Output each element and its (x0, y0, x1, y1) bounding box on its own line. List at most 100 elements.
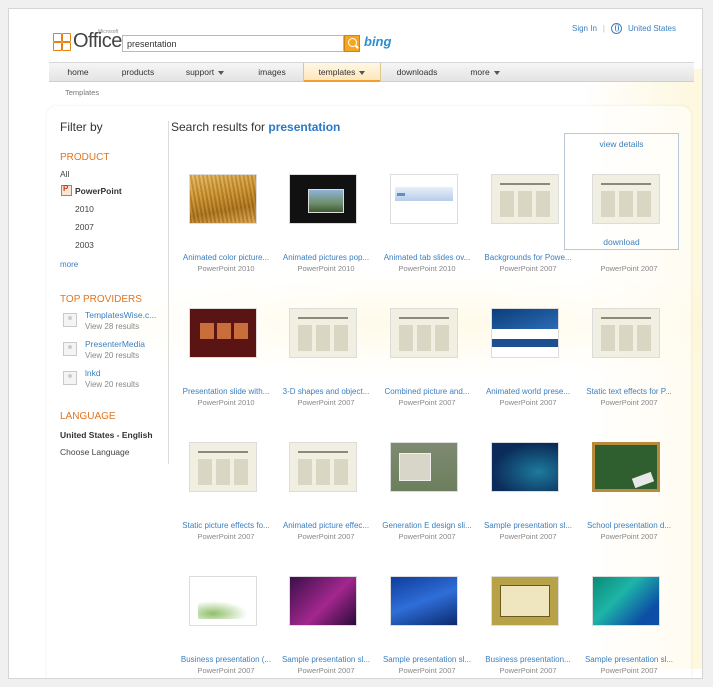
more-link[interactable]: more (60, 260, 78, 269)
sign-in-link[interactable]: Sign In (572, 24, 597, 33)
template-aqua-thumbnail[interactable] (592, 576, 660, 626)
template-version: PowerPoint 2007 (297, 398, 355, 407)
template-tile[interactable]: Animated pictures pop... PowerPoint 2010 (278, 149, 378, 273)
version-2010-link[interactable]: 2010 (75, 204, 94, 214)
template-doc-thumbnail[interactable] (189, 442, 257, 492)
template-doc-thumbnail[interactable] (289, 442, 357, 492)
template-version: PowerPoint 2007 (600, 532, 658, 541)
nav-home[interactable]: home (49, 63, 107, 81)
template-tile[interactable]: Static text effects for P... PowerPoint 2… (581, 283, 681, 407)
nav-images[interactable]: images (241, 63, 303, 81)
template-tile[interactable]: Business presentation... PowerPoint 2007 (480, 551, 580, 675)
template-tabs-thumbnail[interactable] (390, 174, 458, 224)
template-title-link[interactable]: Animated picture effec... (278, 521, 374, 530)
results-query: presentation (268, 120, 341, 134)
nav-more[interactable]: more (453, 63, 517, 81)
template-wheat-thumbnail[interactable] (189, 174, 257, 224)
nav-support[interactable]: support (169, 63, 241, 81)
template-tile[interactable]: Animated picture effec... PowerPoint 2007 (278, 417, 378, 541)
template-title-link[interactable]: Sample presentation sl... (581, 655, 677, 664)
template-title-link[interactable]: Backgrounds for Powe... (480, 253, 576, 262)
globe-icon (610, 23, 622, 34)
breadcrumb[interactable]: Templates (65, 88, 99, 97)
template-version: PowerPoint 2007 (499, 264, 557, 273)
template-title-link[interactable]: Static picture effects fo... (178, 521, 274, 530)
template-version: PowerPoint 2007 (600, 398, 658, 407)
template-blue-thumbnail[interactable] (390, 576, 458, 626)
version-2007-link[interactable]: 2007 (75, 222, 94, 232)
template-title-link[interactable]: Combined picture and... (379, 387, 475, 396)
template-title-link[interactable]: Sample presentation sl... (278, 655, 374, 664)
template-bluewave-thumbnail[interactable] (491, 308, 559, 358)
sidebar-divider (168, 121, 169, 464)
template-title-link[interactable]: Generation E design sli... (379, 521, 475, 530)
template-doc-thumbnail[interactable] (289, 308, 357, 358)
powerpoint-icon (61, 184, 72, 196)
template-title-link[interactable]: Animated pictures pop... (278, 253, 374, 262)
search-input[interactable] (122, 35, 344, 52)
template-tile[interactable]: Animated world prese... PowerPoint 2007 (480, 283, 580, 407)
template-title-link[interactable]: School presentation d... (581, 521, 677, 530)
template-doc-thumbnail[interactable] (491, 174, 559, 224)
main-nav: home products support images templates d… (49, 62, 694, 82)
template-title-link[interactable]: Sample presentation sl... (379, 655, 475, 664)
nav-templates[interactable]: templates (303, 63, 381, 82)
template-tile[interactable]: Sample presentation sl... PowerPoint 2007 (581, 551, 681, 675)
choose-language-link[interactable]: Choose Language (60, 447, 129, 457)
template-purple-thumbnail[interactable] (289, 576, 357, 626)
product-all-link[interactable]: All (60, 169, 69, 179)
product-powerpoint-link[interactable]: PowerPoint (75, 186, 122, 196)
template-tile[interactable]: Animated color picture... PowerPoint 2010 (178, 149, 278, 273)
template-dark-thumbnail[interactable] (289, 174, 357, 224)
template-maroon-thumbnail[interactable] (189, 308, 257, 358)
chevron-down-icon (218, 70, 225, 75)
template-title-link[interactable]: 3-D shapes and object... (278, 387, 374, 396)
template-doc-thumbnail[interactable] (390, 308, 458, 358)
providers-heading: TOP PROVIDERS (60, 294, 142, 305)
template-tile[interactable]: Generation E design sli... PowerPoint 200… (379, 417, 479, 541)
region-link[interactable]: United States (628, 24, 676, 33)
template-tile[interactable]: Business presentation (... PowerPoint 200… (178, 551, 278, 675)
template-green-thumbnail[interactable] (189, 576, 257, 626)
template-tile[interactable]: Backgrounds for Powe... PowerPoint 2007 (480, 149, 580, 273)
template-chalkboard-thumbnail[interactable] (592, 442, 660, 492)
view-details-link[interactable]: view details (565, 139, 678, 149)
template-version: PowerPoint 2007 (600, 666, 658, 675)
template-doc-thumbnail[interactable] (592, 308, 660, 358)
nav-downloads[interactable]: downloads (381, 63, 453, 81)
template-teal-thumbnail[interactable] (491, 442, 559, 492)
template-classroom-thumbnail[interactable] (390, 442, 458, 492)
template-title-link[interactable]: Animated color picture... (178, 253, 274, 262)
search-button[interactable] (344, 35, 360, 52)
template-tile[interactable]: PowerPoint 2007 (581, 149, 681, 273)
template-title-link[interactable]: Sample presentation sl... (480, 521, 576, 530)
template-title-link[interactable]: Presentation slide with... (178, 387, 274, 396)
template-tile[interactable]: Sample presentation sl... PowerPoint 2007 (480, 417, 580, 541)
template-version: PowerPoint 2007 (499, 666, 557, 675)
template-title-link[interactable]: Animated tab slides ov... (379, 253, 475, 262)
template-version: PowerPoint 2010 (398, 264, 456, 273)
template-title-link[interactable]: Business presentation (... (178, 655, 274, 664)
template-version: PowerPoint 2007 (398, 532, 456, 541)
provider-avatar-icon (63, 371, 77, 385)
template-tile[interactable]: Sample presentation sl... PowerPoint 2007 (278, 551, 378, 675)
template-doc-thumbnail[interactable] (592, 174, 660, 224)
template-tile[interactable]: School presentation d... PowerPoint 2007 (581, 417, 681, 541)
template-title-link[interactable]: Animated world prese... (480, 387, 576, 396)
template-tile[interactable]: Presentation slide with... PowerPoint 201… (178, 283, 278, 407)
logo-office-text: Office (73, 30, 122, 52)
page-frame: Microsoft Office bing Sign In | United S… (8, 8, 703, 679)
template-gold-thumbnail[interactable] (491, 576, 559, 626)
template-tile[interactable]: 3-D shapes and object... PowerPoint 2007 (278, 283, 378, 407)
template-tile[interactable]: Animated tab slides ov... PowerPoint 2010 (379, 149, 479, 273)
template-tile[interactable]: Sample presentation sl... PowerPoint 2007 (379, 551, 479, 675)
template-version: PowerPoint 2007 (297, 666, 355, 675)
office-squares-icon (53, 33, 71, 51)
nav-products[interactable]: products (107, 63, 169, 81)
template-title-link[interactable]: Static text effects for P... (581, 387, 677, 396)
template-tile[interactable]: Static picture effects fo... PowerPoint 2… (178, 417, 278, 541)
template-tile[interactable]: Combined picture and... PowerPoint 2007 (379, 283, 479, 407)
template-title-link[interactable]: Business presentation... (480, 655, 576, 664)
template-version: PowerPoint 2007 (600, 264, 658, 273)
version-2003-link[interactable]: 2003 (75, 240, 94, 250)
